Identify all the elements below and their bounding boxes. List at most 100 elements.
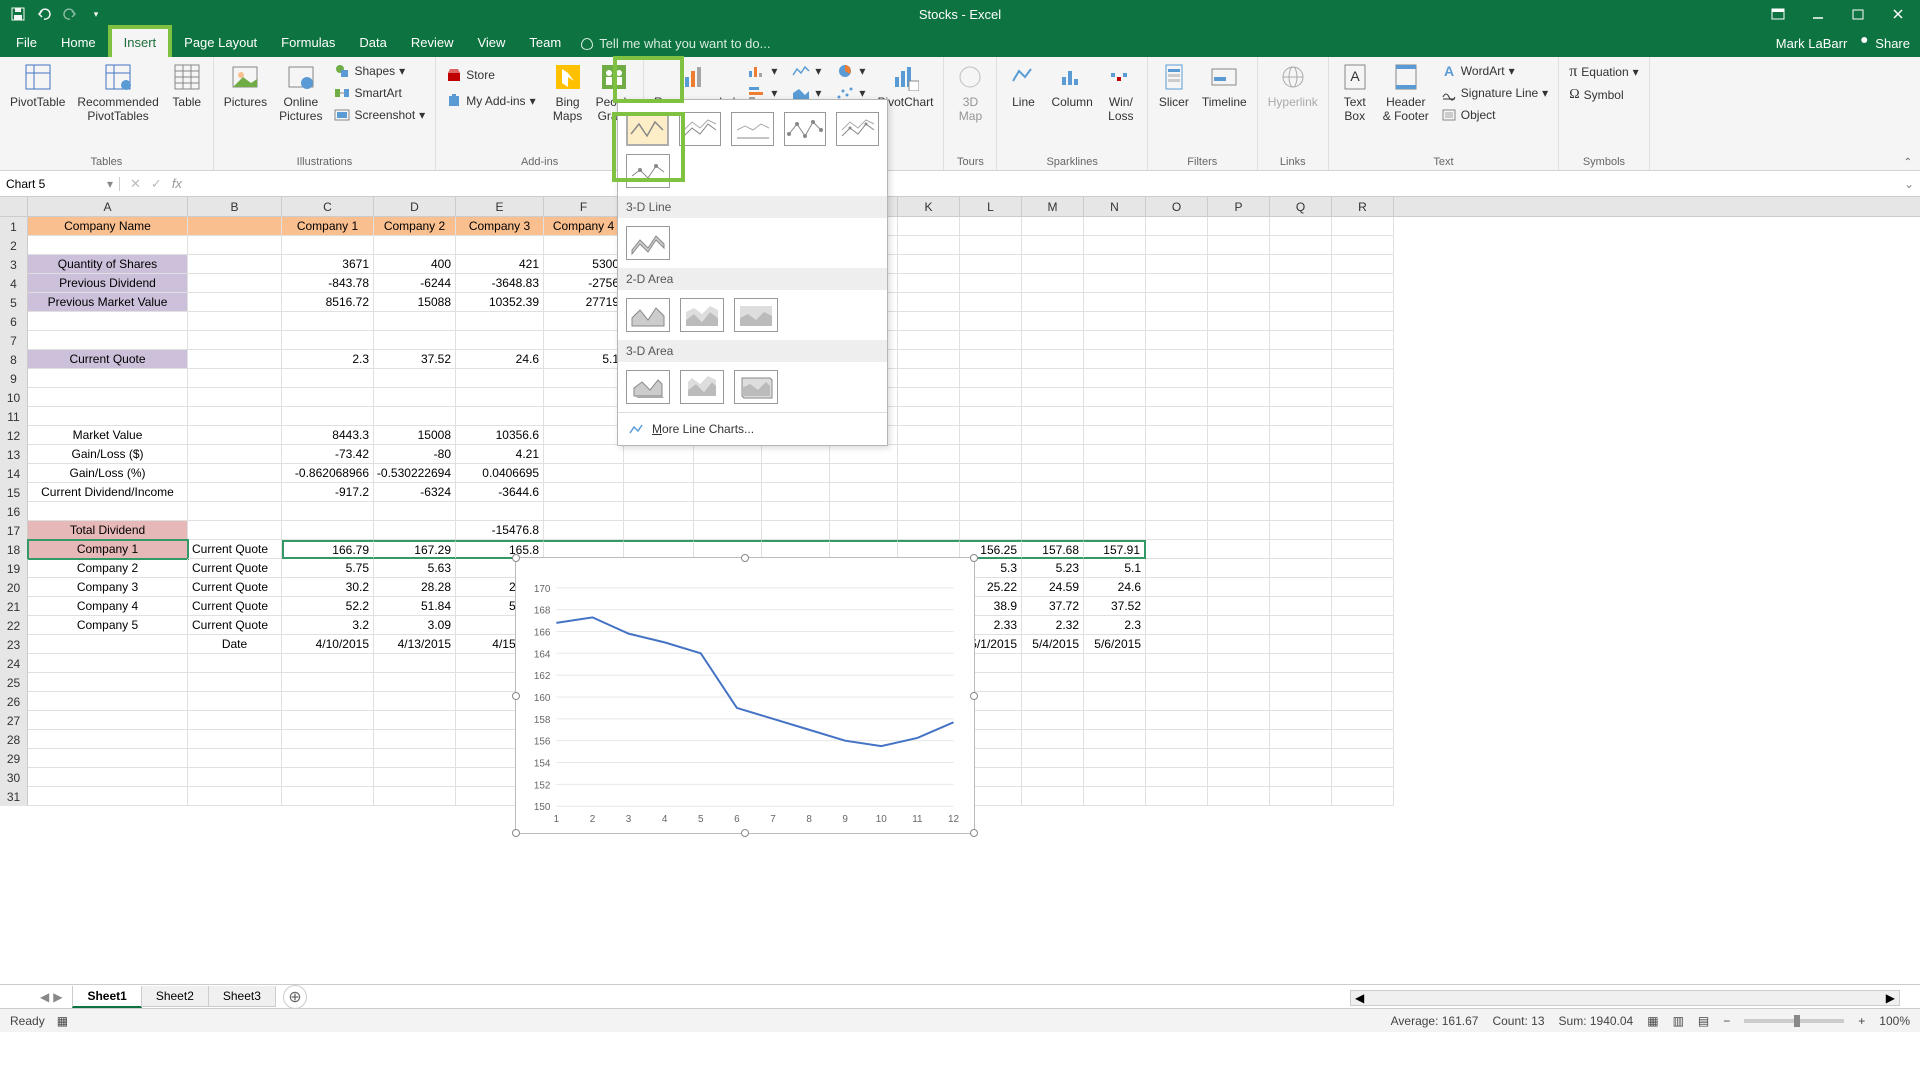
cell[interactable] [1332,255,1394,274]
cell[interactable]: Market Value [28,426,188,445]
cell[interactable] [544,521,624,540]
tab-insert[interactable]: Insert [108,25,173,57]
cell[interactable] [1332,274,1394,293]
cell[interactable] [188,255,282,274]
cell[interactable]: Current Quote [188,616,282,635]
cell[interactable] [28,407,188,426]
view-page-break-icon[interactable]: ▤ [1698,1014,1709,1028]
cell[interactable] [374,502,456,521]
cell[interactable] [830,464,898,483]
cell[interactable] [1270,217,1332,236]
cell[interactable] [1022,692,1084,711]
cell[interactable]: 24.59 [1022,578,1084,597]
cell[interactable] [544,312,624,331]
cell[interactable] [1146,673,1208,692]
share-button[interactable]: Share [1857,36,1910,51]
cell[interactable] [374,388,456,407]
cell[interactable] [1208,654,1270,673]
cell[interactable] [1084,521,1146,540]
cell[interactable] [960,464,1022,483]
cell[interactable]: Date [188,635,282,654]
fx-icon[interactable]: fx [172,176,182,191]
row-header[interactable]: 31 [0,787,28,806]
row-header[interactable]: 17 [0,521,28,540]
cell[interactable] [1208,540,1270,559]
cell[interactable]: 24.6 [456,350,544,369]
cell[interactable] [28,654,188,673]
cell[interactable] [374,711,456,730]
cell[interactable] [188,711,282,730]
cell[interactable] [1084,749,1146,768]
wordart-button[interactable]: AWordArt ▾ [1437,61,1552,81]
tab-home[interactable]: Home [49,29,108,57]
sparkline-line-button[interactable]: Line [1003,59,1043,111]
cell[interactable] [1270,654,1332,673]
cell[interactable] [898,464,960,483]
cell[interactable] [1022,673,1084,692]
cell[interactable] [1270,673,1332,692]
cell[interactable] [1208,502,1270,521]
cell[interactable] [1146,369,1208,388]
cell[interactable] [544,445,624,464]
cell[interactable] [1084,502,1146,521]
macro-record-icon[interactable]: ▦ [57,1014,68,1028]
cell[interactable] [1146,502,1208,521]
cell[interactable] [544,331,624,350]
sparkline-column-button[interactable]: Column [1047,59,1096,111]
cell[interactable] [1208,255,1270,274]
cell[interactable] [1332,502,1394,521]
cell[interactable] [1332,350,1394,369]
cell[interactable]: Current Quote [188,540,282,559]
cell[interactable] [544,407,624,426]
cell[interactable] [830,483,898,502]
area-2d-stacked[interactable] [680,298,724,332]
cell[interactable] [188,787,282,806]
cell[interactable] [1084,426,1146,445]
cell[interactable] [960,255,1022,274]
cell[interactable] [1146,426,1208,445]
cell[interactable] [960,217,1022,236]
cell[interactable] [1208,445,1270,464]
cell[interactable] [544,236,624,255]
cell[interactable] [1332,540,1394,559]
cell[interactable] [1270,768,1332,787]
cell[interactable] [1022,521,1084,540]
cell[interactable] [624,464,694,483]
cell[interactable] [960,502,1022,521]
qat-dropdown-icon[interactable]: ▾ [88,6,104,22]
row-header[interactable]: 23 [0,635,28,654]
cell[interactable]: -15476.8 [456,521,544,540]
textbox-button[interactable]: AText Box [1335,59,1375,126]
cell[interactable] [1332,673,1394,692]
cell[interactable] [1084,711,1146,730]
row-header[interactable]: 1 [0,217,28,236]
row-header[interactable]: 28 [0,730,28,749]
cell[interactable] [762,483,830,502]
cell[interactable] [1332,654,1394,673]
cell[interactable] [1208,692,1270,711]
cell[interactable] [1146,597,1208,616]
cell[interactable] [188,407,282,426]
cell[interactable]: 2.3 [282,350,374,369]
col-header-L[interactable]: L [960,197,1022,216]
cell[interactable]: Current Quote [188,559,282,578]
cell[interactable] [1146,255,1208,274]
minimize-icon[interactable] [1808,4,1828,24]
tab-page-layout[interactable]: Page Layout [172,29,269,57]
col-header-K[interactable]: K [898,197,960,216]
cell[interactable] [1146,407,1208,426]
tab-file[interactable]: File [4,29,49,57]
cell[interactable] [374,787,456,806]
cell[interactable] [1022,293,1084,312]
cell[interactable] [1146,749,1208,768]
cell[interactable] [1332,464,1394,483]
cell[interactable] [282,787,374,806]
close-icon[interactable] [1888,4,1908,24]
cell[interactable] [1022,787,1084,806]
cell[interactable] [374,521,456,540]
cell[interactable]: -2756 [544,274,624,293]
cell[interactable] [28,692,188,711]
cell[interactable] [1146,787,1208,806]
zoom-out-button[interactable]: − [1723,1014,1730,1028]
cell[interactable] [374,654,456,673]
